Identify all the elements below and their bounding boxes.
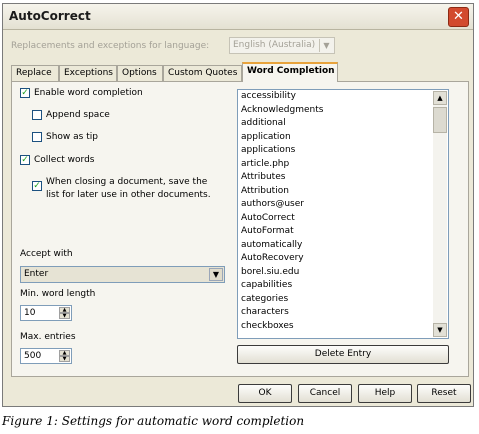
save-list-label-line2: list for later use in other documents. — [46, 190, 211, 200]
list-item[interactable]: AutoRecovery — [241, 253, 304, 263]
scroll-thumb[interactable] — [433, 107, 447, 133]
list-item[interactable]: AutoCorrect — [241, 213, 295, 223]
show-as-tip-checkbox[interactable] — [32, 132, 42, 142]
list-item[interactable]: applications — [241, 145, 295, 155]
save-list-checkbox[interactable]: ✓ — [32, 181, 42, 191]
cancel-button[interactable]: Cancel — [298, 384, 352, 403]
list-item[interactable]: characters — [241, 307, 289, 317]
ok-button[interactable]: OK — [238, 384, 292, 403]
max-entries-stepper[interactable]: 500 ▲ ▼ — [20, 348, 72, 364]
tab-custom-quotes[interactable]: Custom Quotes — [163, 65, 242, 81]
language-label: Replacements and exceptions for language… — [11, 41, 210, 51]
min-word-length-label: Min. word length — [20, 289, 96, 299]
list-item[interactable]: additional — [241, 118, 286, 128]
list-item[interactable]: automatically — [241, 240, 302, 250]
scroll-up-icon[interactable]: ▲ — [433, 91, 447, 105]
accept-with-value: Enter — [24, 269, 49, 279]
chevron-down-icon: ▼ — [319, 39, 333, 52]
word-list-scrollbar[interactable]: ▲ ▼ — [433, 91, 447, 337]
list-item[interactable]: Attribution — [241, 186, 289, 196]
close-button[interactable]: ✕ — [448, 7, 469, 27]
list-item[interactable]: article.php — [241, 159, 289, 169]
accept-with-label: Accept with — [20, 249, 73, 259]
list-item[interactable]: accessibility — [241, 91, 296, 101]
append-space-label: Append space — [46, 110, 110, 120]
max-entries-value: 500 — [24, 351, 42, 361]
list-item[interactable]: application — [241, 132, 291, 142]
append-space-checkbox[interactable] — [32, 110, 42, 120]
tab-replace[interactable]: Replace — [11, 65, 59, 81]
tab-word-completion[interactable]: Word Completion — [242, 62, 338, 82]
list-item[interactable]: authors@user — [241, 199, 304, 209]
tab-exceptions[interactable]: Exceptions — [59, 65, 117, 81]
chevron-down-icon: ▼ — [209, 268, 223, 281]
list-item[interactable]: Acknowledgments — [241, 105, 323, 115]
window-title: AutoCorrect — [9, 9, 91, 23]
enable-word-completion-label: Enable word completion — [34, 88, 143, 98]
title-bar: AutoCorrect ✕ — [3, 4, 473, 30]
show-as-tip-label: Show as tip — [46, 132, 98, 142]
language-value: English (Australia) — [233, 40, 316, 50]
list-item[interactable]: AutoFormat — [241, 226, 294, 236]
accept-with-select[interactable]: Enter ▼ — [20, 266, 225, 283]
help-button[interactable]: Help — [358, 384, 412, 403]
scroll-down-icon[interactable]: ▼ — [433, 323, 447, 337]
collect-words-checkbox[interactable]: ✓ — [20, 155, 30, 165]
delete-entry-button[interactable]: Delete Entry — [237, 345, 449, 364]
figure-caption: Figure 1: Settings for automatic word co… — [2, 414, 305, 428]
tab-options[interactable]: Options — [117, 65, 163, 81]
list-item[interactable]: checkboxes — [241, 321, 294, 331]
spin-down-icon[interactable]: ▼ — [59, 356, 70, 362]
reset-button[interactable]: Reset — [417, 384, 471, 403]
collect-words-label: Collect words — [34, 155, 95, 165]
autocorrect-dialog: AutoCorrect ✕ Replacements and exception… — [2, 3, 474, 407]
list-item[interactable]: capabilities — [241, 280, 292, 290]
max-entries-label: Max. entries — [20, 332, 76, 342]
language-select[interactable]: English (Australia) ▼ — [229, 37, 335, 54]
enable-word-completion-checkbox[interactable]: ✓ — [20, 88, 30, 98]
list-item[interactable]: categories — [241, 294, 288, 304]
word-list[interactable]: accessibility Acknowledgments additional… — [237, 89, 449, 339]
list-item[interactable]: borel.siu.edu — [241, 267, 299, 277]
spin-down-icon[interactable]: ▼ — [59, 313, 70, 319]
list-item[interactable]: Attributes — [241, 172, 285, 182]
min-word-length-stepper[interactable]: 10 ▲ ▼ — [20, 305, 72, 321]
save-list-label-line1: When closing a document, save the — [46, 177, 208, 187]
min-word-length-value: 10 — [24, 308, 36, 318]
